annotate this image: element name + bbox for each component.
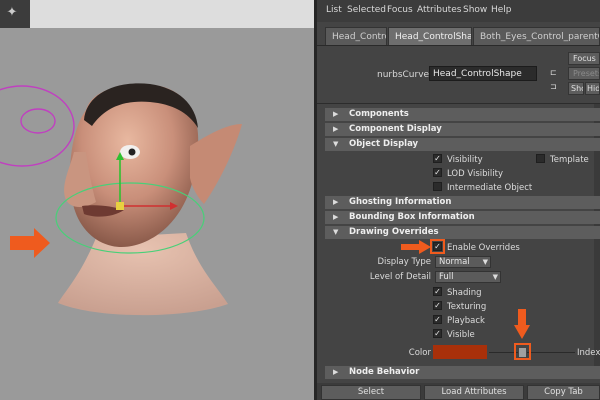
shading-label: Shading [447, 288, 482, 298]
triangle-right-icon: ▶ [333, 368, 339, 376]
section-drawing-overrides-label: Drawing Overrides [349, 227, 439, 237]
select-button[interactable]: Select [321, 385, 421, 400]
check-icon: ✓ [434, 168, 441, 177]
node-header: nurbsCurve: ⊏ ⊐ Focus Presets Show Hide [317, 46, 600, 102]
section-bounding-box-information[interactable]: ▶ Bounding Box Information [325, 211, 600, 224]
playback-checkbox[interactable]: ✓ [433, 315, 442, 324]
triangle-right-icon: ▶ [333, 198, 339, 206]
menu-attributes[interactable]: Attributes [417, 5, 461, 15]
color-slider-highlight [514, 343, 531, 360]
output-connection-icon[interactable]: ⊐ [550, 82, 559, 91]
hide-button[interactable]: Hide [585, 82, 600, 95]
triangle-down-icon: ▼ [333, 140, 339, 148]
focus-button[interactable]: Focus [568, 52, 600, 65]
arrow-right-icon [10, 228, 50, 258]
lod-visibility-checkbox[interactable]: ✓ [433, 168, 442, 177]
visible-label: Visible [447, 330, 475, 340]
attribute-editor: List Selected Focus Attributes Show Help… [317, 0, 600, 400]
viewport-toolbar: ✦ [0, 0, 314, 28]
menu-focus[interactable]: Focus [387, 5, 413, 15]
arrow-right-icon [401, 240, 431, 254]
triangle-right-icon: ▶ [333, 110, 339, 118]
level-of-detail-value: Full [439, 272, 454, 282]
section-drawing-overrides[interactable]: ▼ Drawing Overrides [325, 226, 600, 239]
chevron-down-icon: ▼ [492, 273, 498, 281]
node-type-label: nurbsCurve: [377, 70, 433, 80]
load-attributes-button[interactable]: Load Attributes [424, 385, 524, 400]
color-swatch[interactable] [433, 345, 487, 359]
viewport-toolbar-strip [30, 0, 314, 28]
pupil-shape [128, 148, 136, 156]
menu-list[interactable]: List [326, 5, 342, 15]
color-index-label: Index [577, 348, 600, 358]
check-icon: ✓ [434, 154, 441, 163]
section-ghosting-information[interactable]: ▶ Ghosting Information [325, 196, 600, 209]
color-label: Color [408, 348, 431, 358]
texturing-checkbox[interactable]: ✓ [433, 301, 442, 310]
viewport-panel[interactable]: ✦ [0, 0, 314, 400]
check-icon: ✓ [434, 301, 441, 310]
attributes-panel[interactable]: ▶ Components ▶ Component Display ▼ Objec… [317, 103, 600, 379]
check-icon: ✓ [434, 287, 441, 296]
template-label: Template [550, 155, 589, 165]
show-button[interactable]: Show [568, 82, 584, 95]
menu-selected[interactable]: Selected [347, 5, 386, 15]
copy-tab-button[interactable]: Copy Tab [527, 385, 600, 400]
section-object-display[interactable]: ▼ Object Display [325, 138, 600, 151]
template-checkbox[interactable] [536, 154, 545, 163]
menu-help[interactable]: Help [491, 5, 512, 15]
texturing-label: Texturing [447, 302, 487, 312]
intermediate-object-checkbox[interactable] [433, 182, 442, 191]
section-node-behavior-label: Node Behavior [349, 367, 420, 377]
head-control-curve [0, 85, 75, 167]
section-component-display[interactable]: ▶ Component Display [325, 123, 600, 136]
presets-button[interactable]: Presets [568, 67, 600, 80]
check-icon: ✓ [434, 242, 441, 251]
intermediate-object-label: Intermediate Object [447, 183, 533, 193]
lod-visibility-label: LOD Visibility [447, 169, 503, 179]
chevron-down-icon: ▼ [482, 258, 488, 266]
eye-control-curve [20, 108, 56, 134]
visibility-label: Visibility [447, 155, 483, 165]
menu-show[interactable]: Show [463, 5, 487, 15]
triangle-right-icon: ▶ [333, 213, 339, 221]
viewport-scene[interactable] [0, 28, 314, 400]
display-type-value: Normal [439, 257, 470, 267]
input-connection-icon[interactable]: ⊏ [550, 68, 559, 77]
section-ghosting-label: Ghosting Information [349, 197, 452, 207]
arrow-down-icon [514, 309, 530, 339]
bottom-button-bar: Select Load Attributes Copy Tab [317, 383, 600, 400]
triangle-down-icon: ▼ [333, 228, 339, 236]
tab-head-control[interactable]: Head_Control [325, 27, 387, 46]
playback-label: Playback [447, 316, 485, 326]
section-object-display-label: Object Display [349, 139, 419, 149]
tab-both-eyes-control-parent-constraint[interactable]: Both_Eyes_Control_parentConstr [473, 27, 600, 46]
triangle-right-icon: ▶ [333, 125, 339, 133]
section-node-behavior[interactable]: ▶ Node Behavior [325, 366, 600, 379]
visibility-checkbox[interactable]: ✓ [433, 154, 442, 163]
node-name-field[interactable] [429, 66, 537, 81]
level-of-detail-dropdown[interactable]: Full ▼ [435, 271, 501, 283]
section-component-display-label: Component Display [349, 124, 442, 134]
check-icon: ✓ [434, 315, 441, 324]
color-index-slider-track[interactable] [489, 352, 575, 353]
tab-head-control-shape[interactable]: Head_ControlShape [388, 27, 472, 46]
display-type-label: Display Type [377, 257, 431, 267]
enable-overrides-checkbox[interactable]: ✓ [433, 242, 442, 251]
section-components[interactable]: ▶ Components [325, 108, 600, 121]
visible-checkbox[interactable]: ✓ [433, 329, 442, 338]
section-bounding-box-label: Bounding Box Information [349, 212, 475, 222]
menu-bar: List Selected Focus Attributes Show Help [317, 0, 600, 22]
node-tabs: Head_Control Head_ControlShape Both_Eyes… [317, 27, 600, 46]
maya-logo-icon: ✦ [6, 5, 18, 20]
level-of-detail-label: Level of Detail [369, 272, 431, 282]
shading-checkbox[interactable]: ✓ [433, 287, 442, 296]
check-icon: ✓ [434, 329, 441, 338]
enable-overrides-label: Enable Overrides [447, 243, 520, 253]
section-components-label: Components [349, 109, 409, 119]
display-type-dropdown[interactable]: Normal ▼ [435, 256, 491, 268]
